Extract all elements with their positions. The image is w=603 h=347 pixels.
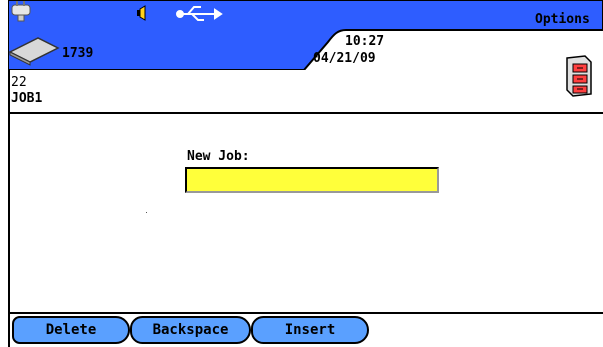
header-divider: [10, 112, 603, 114]
clock-date: 04/21/09: [313, 51, 376, 66]
clock-time: 10:27: [345, 34, 385, 49]
file-cabinet-icon[interactable]: [563, 54, 593, 98]
softkey-divider: [10, 312, 603, 314]
new-job-label: New Job:: [187, 149, 250, 164]
job-number: 22: [11, 75, 27, 90]
options-menu[interactable]: Options: [535, 13, 590, 26]
stray-pixel: [146, 212, 147, 213]
new-job-field[interactable]: [185, 167, 439, 193]
delete-button[interactable]: Delete: [12, 316, 130, 344]
insert-button[interactable]: Insert: [251, 316, 369, 344]
job-name: JOB1: [11, 91, 43, 106]
storage-counter: 1739: [62, 46, 94, 61]
backspace-button[interactable]: Backspace: [130, 316, 251, 344]
status-header: [8, 0, 603, 70]
